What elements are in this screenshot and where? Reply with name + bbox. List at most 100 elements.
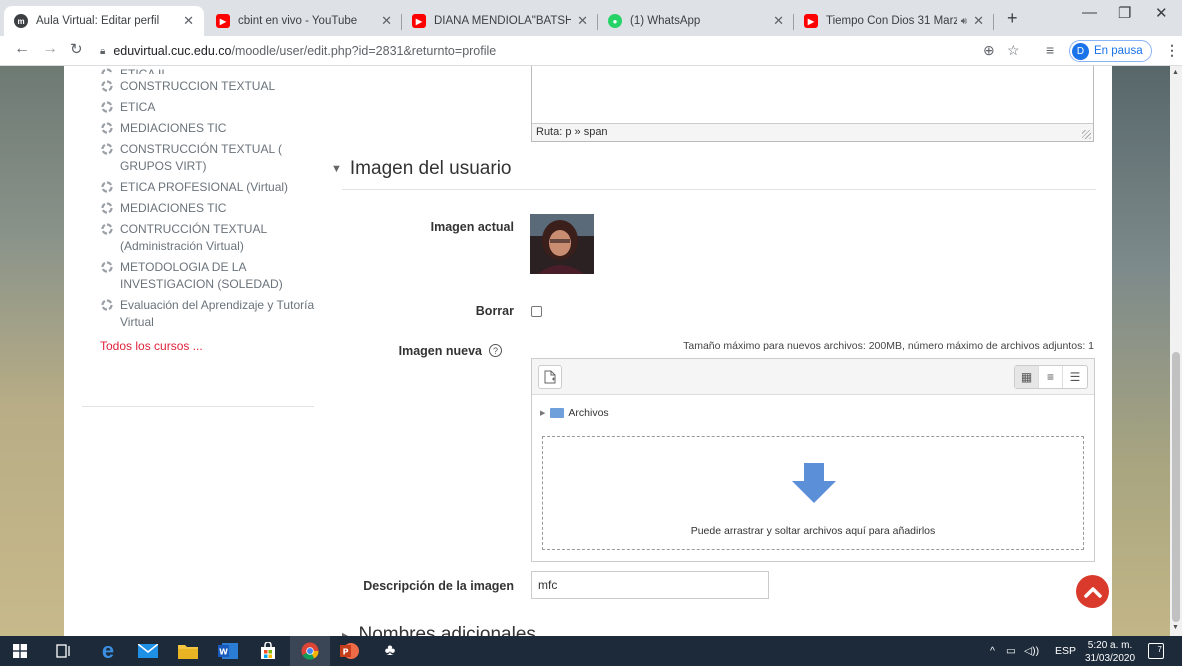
battery-icon[interactable]: ▭ bbox=[1006, 645, 1016, 657]
language-indicator[interactable]: ESP bbox=[1055, 645, 1076, 657]
tray-expand-icon[interactable]: ^ bbox=[990, 645, 995, 657]
tab-aula-virtual[interactable]: m Aula Virtual: Editar perfil ✕ bbox=[4, 6, 204, 36]
taskbar-edge[interactable]: e bbox=[88, 636, 128, 666]
windows-taskbar: e W P ♣ ^ ▭ ◁)) ESP 5:20 a. m. 31/03/202… bbox=[0, 636, 1182, 666]
page-scrollbar[interactable]: ▲ ▼ bbox=[1170, 66, 1182, 636]
new-image-label: Imagen nueva bbox=[398, 344, 482, 358]
course-item[interactable]: CONSTRUCCIÓN TEXTUAL ( GRUPOS VIRT) bbox=[100, 141, 320, 175]
delete-image-checkbox[interactable] bbox=[531, 306, 542, 317]
course-name: MEDIACIONES TIC bbox=[120, 201, 227, 215]
taskbar-word[interactable]: W bbox=[208, 636, 248, 666]
close-tab-icon[interactable]: ✕ bbox=[773, 13, 784, 29]
course-name: ETICA PROFESIONAL (Virtual) bbox=[120, 180, 289, 194]
course-item[interactable]: ETICA PROFESIONAL (Virtual) bbox=[100, 179, 320, 196]
file-drop-zone[interactable]: Puede arrastrar y soltar archivos aquí p… bbox=[542, 436, 1084, 550]
back-icon[interactable]: ← bbox=[14, 40, 30, 58]
description-editor[interactable]: Ruta: p » span bbox=[531, 66, 1094, 142]
taskbar-solitaire[interactable]: ♣ bbox=[370, 636, 410, 666]
scroll-up-icon[interactable]: ▲ bbox=[1172, 69, 1179, 76]
current-image-label: Imagen actual bbox=[430, 220, 514, 234]
help-icon[interactable]: ? bbox=[489, 344, 502, 357]
close-tab-icon[interactable]: ✕ bbox=[381, 13, 392, 29]
course-item[interactable]: MEDIACIONES TIC bbox=[100, 120, 320, 137]
delete-label: Borrar bbox=[475, 304, 514, 318]
start-button[interactable] bbox=[0, 636, 40, 666]
sidebar-divider bbox=[82, 406, 314, 407]
course-item[interactable]: ETICA II bbox=[100, 66, 320, 74]
url-path: /moodle/user/edit.php?id=2831&returnto=p… bbox=[231, 44, 497, 58]
profile-button[interactable]: D En pausa bbox=[1069, 40, 1152, 62]
reload-icon[interactable]: ↻ bbox=[70, 40, 83, 58]
close-tab-icon[interactable]: ✕ bbox=[183, 13, 194, 29]
course-item[interactable]: ETICA bbox=[100, 99, 320, 116]
restore-icon[interactable]: ❐ bbox=[1118, 4, 1131, 22]
background-image-right bbox=[1112, 66, 1170, 636]
windows-logo-icon bbox=[13, 644, 27, 658]
course-item[interactable]: CONSTRUCCION TEXTUAL bbox=[100, 78, 320, 95]
new-tab-icon[interactable]: + bbox=[1007, 8, 1018, 29]
minimize-icon[interactable]: — bbox=[1082, 4, 1097, 21]
bookmark-star-icon[interactable]: ☆ bbox=[1007, 42, 1020, 59]
expand-triangle-icon: ▶ bbox=[540, 410, 546, 417]
folder-name: Archivos bbox=[568, 407, 609, 419]
list-view-icon[interactable]: ≡ bbox=[1039, 366, 1063, 388]
background-image-left bbox=[0, 66, 64, 636]
tab-youtube-cbint[interactable]: ▶ cbint en vivo - YouTube ✕ bbox=[206, 6, 402, 36]
close-window-icon[interactable]: ✕ bbox=[1155, 4, 1168, 22]
close-tab-icon[interactable]: ✕ bbox=[577, 13, 588, 29]
tree-view-icon[interactable]: ☰ bbox=[1063, 366, 1087, 388]
url-host: eduvirtual.cuc.edu.co bbox=[113, 44, 232, 58]
tab-whatsapp[interactable]: ● (1) WhatsApp ✕ bbox=[598, 6, 794, 36]
chevron-up-icon bbox=[1083, 586, 1102, 598]
scrollbar-thumb[interactable] bbox=[1172, 352, 1180, 622]
clock-time: 5:20 a. m. bbox=[1087, 640, 1133, 651]
icons-view-icon[interactable]: ▦ bbox=[1015, 366, 1039, 388]
upload-limits-text: Tamaño máximo para nuevos archivos: 200M… bbox=[683, 340, 1094, 352]
forward-icon[interactable]: → bbox=[42, 40, 58, 58]
browser-menu-icon[interactable]: ⋮ bbox=[1165, 42, 1179, 59]
course-item[interactable]: METODOLOGIA DE LA INVESTIGACION (SOLEDAD… bbox=[100, 259, 320, 293]
course-icon bbox=[101, 143, 113, 155]
folder-icon bbox=[178, 645, 198, 659]
course-item[interactable]: MEDIACIONES TIC bbox=[100, 200, 320, 217]
image-description-input[interactable]: mfc bbox=[531, 571, 769, 599]
tab-youtube-tiempo[interactable]: ▶ Tiempo Con Dios 31 Marzo 🔊︎ ✕ bbox=[794, 6, 994, 36]
close-tab-icon[interactable]: ✕ bbox=[973, 13, 984, 29]
tab-title: Aula Virtual: Editar perfil bbox=[36, 15, 160, 27]
resize-grip-icon[interactable] bbox=[1082, 130, 1091, 139]
folder-breadcrumb[interactable]: ▶ Archivos bbox=[540, 407, 609, 419]
view-switcher: ▦ ≡ ☰ bbox=[1014, 365, 1088, 389]
tab-youtube-diana[interactable]: ▶ DIANA MENDIOLA"BATSHEVA ✕ bbox=[402, 6, 598, 36]
image-description-label: Descripción de la imagen bbox=[363, 579, 514, 593]
notifications-icon[interactable]: 7 bbox=[1148, 643, 1164, 659]
svg-text:W: W bbox=[219, 648, 228, 657]
media-control-icon[interactable]: ≡ bbox=[1046, 42, 1054, 58]
svg-text:P: P bbox=[343, 648, 349, 657]
taskbar-powerpoint[interactable]: P bbox=[330, 636, 370, 666]
section-user-image-header[interactable]: ▼ Imagen del usuario bbox=[331, 158, 512, 180]
taskbar-file-explorer[interactable] bbox=[168, 636, 208, 666]
scroll-down-icon[interactable]: ▼ bbox=[1172, 624, 1179, 631]
system-clock[interactable]: 5:20 a. m. 31/03/2020 bbox=[1085, 639, 1135, 665]
course-icon bbox=[101, 80, 113, 92]
all-courses-link[interactable]: Todos los cursos ... bbox=[100, 339, 320, 353]
taskbar-mail[interactable] bbox=[128, 636, 168, 666]
course-icon bbox=[101, 181, 113, 193]
cards-icon: ♣ bbox=[384, 642, 396, 659]
taskbar-chrome[interactable] bbox=[290, 636, 330, 666]
volume-icon[interactable]: ◁)) bbox=[1024, 645, 1039, 657]
back-to-top-button[interactable] bbox=[1076, 575, 1109, 608]
add-file-button[interactable] bbox=[538, 365, 562, 389]
task-view-button[interactable] bbox=[44, 636, 84, 666]
course-item[interactable]: CONTRUCCIÓN TEXTUAL (Administración Virt… bbox=[100, 221, 320, 255]
zoom-icon[interactable]: ⊕ bbox=[983, 42, 995, 59]
course-icon bbox=[101, 202, 113, 214]
browser-toolbar: ← → ↻ 🔒︎ eduvirtual.cuc.edu.co/moodle/us… bbox=[0, 36, 1182, 66]
file-manager: ▦ ≡ ☰ ▶ Archivos Puede arrastrar y solta… bbox=[531, 358, 1095, 562]
address-bar[interactable]: 🔒︎ eduvirtual.cuc.edu.co/moodle/user/edi… bbox=[100, 39, 980, 63]
section-title: Imagen del usuario bbox=[349, 158, 512, 179]
audio-playing-icon[interactable]: 🔊︎ bbox=[961, 16, 967, 27]
taskbar-store[interactable] bbox=[248, 636, 288, 666]
course-item[interactable]: Evaluación del Aprendizaje y Tutoría Vir… bbox=[100, 297, 320, 331]
section-additional-names-header[interactable]: ▶Nombres adicionales bbox=[342, 626, 536, 636]
